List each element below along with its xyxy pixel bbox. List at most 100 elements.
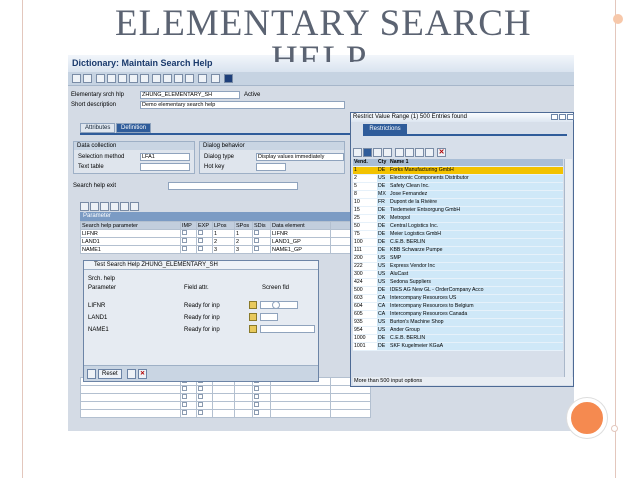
delete-row-icon[interactable] (80, 202, 89, 211)
param-lpos[interactable]: 3 (212, 245, 235, 254)
param-name[interactable]: LAND1 (80, 237, 181, 246)
country-code[interactable]: CA (377, 310, 389, 319)
hierarchy-icon[interactable] (152, 74, 161, 83)
list-item[interactable]: 1001 DE SKF Kugelmeier KGaA (353, 342, 563, 351)
country-code[interactable]: US (377, 270, 389, 279)
empty-row[interactable] (80, 393, 371, 402)
text-table-field[interactable] (140, 163, 190, 171)
vendor-number[interactable]: 5 (353, 182, 377, 191)
country-code[interactable]: FR (377, 198, 389, 207)
maximize-icon[interactable] (559, 114, 566, 120)
list-item[interactable]: 500 DE IDES AG New GL - OrderCompany Acco (353, 286, 563, 295)
close-icon[interactable] (567, 114, 574, 120)
sdis-checkbox[interactable] (252, 229, 271, 238)
vendor-number[interactable]: 1 (353, 166, 377, 175)
country-code[interactable]: DE (377, 182, 389, 191)
vendor-name[interactable]: Meier Logistics GmbH (389, 230, 563, 239)
tab-definition[interactable]: Definition (116, 123, 152, 133)
table-row[interactable]: NAME1 3 3 NAME1_GP (80, 245, 371, 254)
country-code[interactable]: DE (377, 286, 389, 295)
list-item[interactable]: 25 DK Metropol (353, 214, 563, 223)
continue-check-icon[interactable] (87, 369, 96, 379)
search-help-exit-field[interactable] (168, 182, 298, 190)
vendor-name[interactable]: C.E.B. BERLIN (389, 238, 563, 247)
list-item[interactable]: 222 US Express Vendor Inc (353, 262, 563, 271)
move-down-icon[interactable] (120, 202, 129, 211)
exp-checkbox[interactable] (196, 245, 213, 254)
help-icon[interactable] (224, 74, 233, 83)
minimize-icon[interactable] (551, 114, 558, 120)
vendor-name[interactable]: SMP (389, 254, 563, 263)
cancel-icon[interactable]: ✕ (437, 148, 446, 157)
vendor-number[interactable]: 1000 (353, 334, 377, 343)
move-up-icon[interactable] (110, 202, 119, 211)
where-used-icon[interactable] (140, 74, 149, 83)
country-code[interactable]: DK (377, 214, 389, 223)
vendor-name[interactable]: Tiedemeier Entsorgung GmbH (389, 206, 563, 215)
country-code[interactable]: US (377, 326, 389, 335)
exp-checkbox[interactable] (196, 229, 213, 238)
tab-attributes[interactable]: Attributes (80, 123, 116, 133)
vendor-name[interactable]: Dupont de la Rivière (389, 198, 563, 207)
display-change-icon[interactable] (96, 74, 105, 83)
forward-icon[interactable] (83, 74, 92, 83)
hot-key-field[interactable] (256, 163, 286, 171)
vendor-name[interactable]: C.E.B. BERLIN (389, 334, 563, 343)
table-row[interactable]: LIFNR 1 1 LIFNR (80, 229, 371, 238)
vendor-number[interactable]: 200 (353, 254, 377, 263)
list-item[interactable]: 1 DE Forks Manufacturing GmbH (353, 166, 563, 175)
list-item[interactable]: 200 US SMP (353, 254, 563, 263)
param-element[interactable]: NAME1_GP (270, 245, 331, 254)
vendor-number[interactable]: 2 (353, 174, 377, 183)
country-code[interactable]: US (377, 278, 389, 287)
vendor-name[interactable]: Intercompany Resources US (389, 294, 563, 303)
imp-checkbox[interactable] (180, 237, 197, 246)
cancel-icon[interactable]: ✕ (138, 369, 147, 379)
vendor-name[interactable]: Ander Group (389, 326, 563, 335)
copy-icon[interactable] (425, 148, 434, 157)
vendor-number[interactable]: 10 (353, 198, 377, 207)
vendor-number[interactable]: 222 (353, 262, 377, 271)
country-code[interactable]: CA (377, 294, 389, 303)
list-item[interactable]: 605 CA Intercompany Resources Canada (353, 310, 563, 319)
elementary-field[interactable]: ZHUNG_ELEMENTARY_SH (140, 91, 240, 99)
screen-field-land1[interactable] (260, 313, 278, 321)
check-icon[interactable] (107, 74, 116, 83)
list-item[interactable]: 604 CA Intercompany Resources to Belgium (353, 302, 563, 311)
info-icon[interactable] (127, 369, 136, 379)
list-item[interactable]: 424 US Sedona Suppliers (353, 278, 563, 287)
sort-down-icon[interactable] (415, 148, 424, 157)
list-item[interactable]: 10 FR Dupont de la Rivière (353, 198, 563, 207)
vendor-number[interactable]: 424 (353, 278, 377, 287)
select-icon[interactable] (249, 301, 257, 309)
f4-icon[interactable] (272, 301, 280, 309)
vendor-number[interactable]: 604 (353, 302, 377, 311)
check-icon[interactable] (353, 148, 362, 157)
list-item[interactable]: 300 US AluCast (353, 270, 563, 279)
list-item[interactable]: 935 US Burton's Machine Shop (353, 318, 563, 327)
list-item[interactable]: 1000 DE C.E.B. BERLIN (353, 334, 563, 343)
country-code[interactable]: DE (377, 230, 389, 239)
list-item[interactable]: 8 MX Jose Fernandez (353, 190, 563, 199)
vendor-number[interactable]: 954 (353, 326, 377, 335)
country-code[interactable]: DE (377, 166, 389, 175)
list-item[interactable]: 603 CA Intercompany Resources US (353, 294, 563, 303)
country-code[interactable]: DE (377, 334, 389, 343)
vendor-number[interactable]: 1001 (353, 342, 377, 351)
list-item[interactable]: 111 DE KBB Schwarze Pumpe (353, 246, 563, 255)
screen-field-name1[interactable] (260, 325, 315, 333)
vendor-name[interactable]: SKF Kugelmeier KGaA (389, 342, 563, 351)
vendor-number[interactable]: 300 (353, 270, 377, 279)
param-lpos[interactable]: 2 (212, 237, 235, 246)
param-lpos[interactable]: 1 (212, 229, 235, 238)
reset-button[interactable]: Reset (98, 369, 122, 379)
param-name[interactable]: LIFNR (80, 229, 181, 238)
param-element[interactable]: LIFNR (270, 229, 331, 238)
vendor-name[interactable]: Metropol (389, 214, 563, 223)
vendor-number[interactable]: 100 (353, 238, 377, 247)
country-code[interactable]: US (377, 174, 389, 183)
empty-row[interactable] (80, 409, 371, 418)
sort-up-icon[interactable] (405, 148, 414, 157)
list-item[interactable]: 2 US Electronic Components Distributor (353, 174, 563, 183)
country-code[interactable]: DE (377, 246, 389, 255)
